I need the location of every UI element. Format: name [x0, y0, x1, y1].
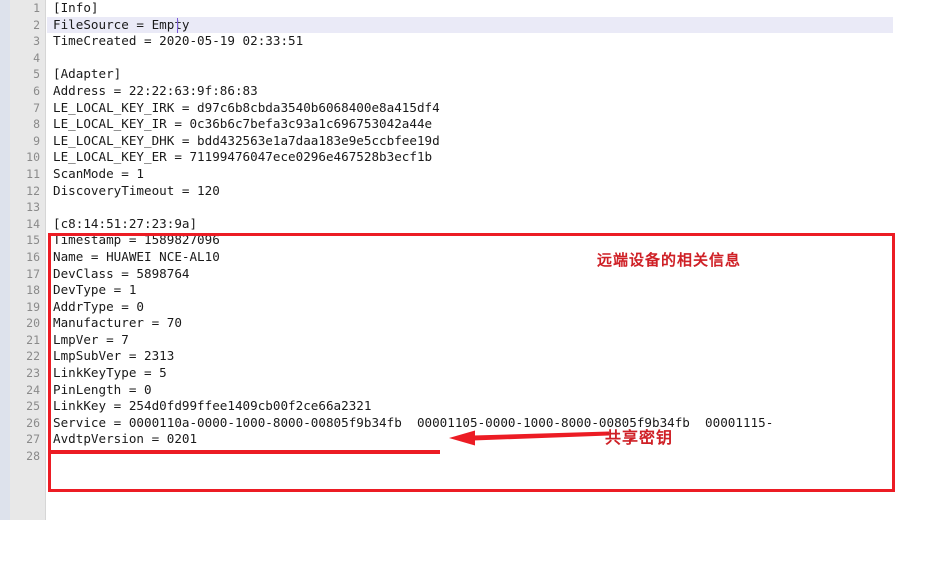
- code-line[interactable]: [47, 199, 933, 216]
- line-number: 20: [26, 316, 40, 331]
- code-line[interactable]: TimeCreated = 2020-05-19 02:33:51: [47, 33, 933, 50]
- code-line[interactable]: LE_LOCAL_KEY_DHK = bdd432563e1a7daa183e9…: [47, 133, 933, 150]
- line-number: 8: [33, 117, 40, 132]
- line-number: 5: [33, 67, 40, 82]
- line-number: 7: [33, 100, 40, 115]
- line-number: 16: [26, 249, 40, 264]
- line-number: 1: [33, 1, 40, 15]
- code-line[interactable]: Name = HUAWEI NCE-AL10: [47, 249, 933, 266]
- editor-left-margin-strip: [0, 0, 10, 520]
- line-number: 10: [26, 150, 40, 165]
- annotation-underline-linkkey: [50, 450, 440, 454]
- line-number: 17: [26, 266, 40, 281]
- annotation-arrow-left-icon: [449, 430, 609, 446]
- code-line[interactable]: [Adapter]: [47, 66, 933, 83]
- line-number: 6: [33, 83, 40, 98]
- code-line[interactable]: [47, 50, 933, 67]
- code-line-linkkey[interactable]: LinkKey = 254d0fd99ffee1409cb00f2ce66a23…: [47, 398, 933, 415]
- line-number: 23: [26, 366, 40, 381]
- line-number: 18: [26, 283, 40, 298]
- code-line[interactable]: AddrType = 0: [47, 299, 933, 316]
- line-number: 21: [26, 332, 40, 347]
- code-line-text: FileSource = Empty: [53, 16, 190, 32]
- code-line[interactable]: DiscoveryTimeout = 120: [47, 183, 933, 200]
- line-number-gutter: 1 2 3 4 5 6 7 8 9 10 11 12 13 14 15 16 1…: [10, 0, 46, 520]
- code-line-service[interactable]: Service = 0000110a-0000-1000-8000-00805f…: [47, 415, 933, 432]
- code-line[interactable]: LE_LOCAL_KEY_ER = 71199476047ece0296e467…: [47, 149, 933, 166]
- code-line[interactable]: Address = 22:22:63:9f:86:83: [47, 83, 933, 100]
- line-number: 24: [26, 382, 40, 397]
- line-number: 28: [26, 449, 40, 464]
- code-line[interactable]: [c8:14:51:27:23:9a]: [47, 216, 933, 233]
- line-number: 15: [26, 233, 40, 248]
- line-number: 14: [26, 216, 40, 231]
- line-number: 19: [26, 299, 40, 314]
- blank-area-below-editor: [0, 520, 933, 579]
- line-number: 25: [26, 399, 40, 414]
- line-number: 9: [33, 133, 40, 148]
- code-line[interactable]: LmpVer = 7: [47, 332, 933, 349]
- line-number: 13: [26, 200, 40, 215]
- code-editor-pane[interactable]: 1 2 3 4 5 6 7 8 9 10 11 12 13 14 15 16 1…: [0, 0, 933, 520]
- line-number: 12: [26, 183, 40, 198]
- line-number: 26: [26, 415, 40, 430]
- code-line[interactable]: LinkKeyType = 5: [47, 365, 933, 382]
- code-line[interactable]: LE_LOCAL_KEY_IRK = d97c6b8cbda3540b60684…: [47, 100, 933, 117]
- annotation-label-shared-key: 共享密钥: [605, 428, 674, 447]
- code-line[interactable]: PinLength = 0: [47, 382, 933, 399]
- code-line[interactable]: DevType = 1: [47, 282, 933, 299]
- code-line-active[interactable]: FileSource = Empty: [47, 16, 893, 34]
- code-line[interactable]: LmpSubVer = 2313: [47, 348, 933, 365]
- text-caret: [177, 17, 178, 33]
- code-line[interactable]: Manufacturer = 70: [47, 315, 933, 332]
- line-number: 3: [33, 34, 40, 49]
- annotation-label-remote-device: 远端设备的相关信息: [597, 251, 742, 269]
- line-number: 2: [33, 17, 40, 32]
- line-number: 4: [33, 50, 40, 65]
- line-number: 11: [26, 166, 40, 181]
- code-line[interactable]: [Info]: [47, 0, 933, 17]
- line-number: 22: [26, 349, 40, 364]
- code-line[interactable]: Timestamp = 1589827096: [47, 232, 933, 249]
- code-line[interactable]: LE_LOCAL_KEY_IR = 0c36b6c7befa3c93a1c696…: [47, 116, 933, 133]
- line-number: 27: [26, 432, 40, 447]
- code-line[interactable]: DevClass = 5898764: [47, 266, 933, 283]
- code-line[interactable]: ScanMode = 1: [47, 166, 933, 183]
